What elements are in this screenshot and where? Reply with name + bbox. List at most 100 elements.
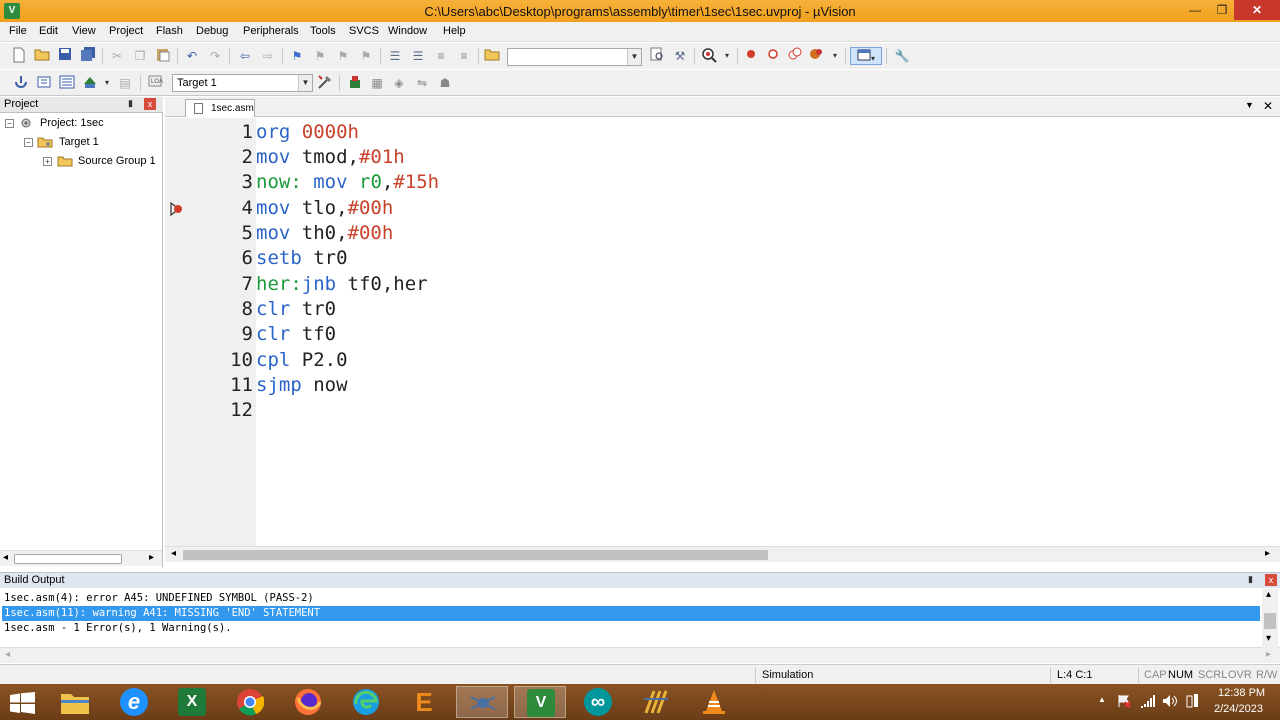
- next-bookmark-icon[interactable]: ⚑: [334, 47, 352, 65]
- chevron-down-icon[interactable]: ▼: [627, 49, 641, 65]
- taskbar-edge[interactable]: [340, 686, 392, 718]
- new-file-icon[interactable]: [10, 47, 28, 65]
- taskbar-firefox[interactable]: [282, 686, 334, 718]
- code-line[interactable]: setb tr0: [256, 247, 348, 272]
- menu-svcs[interactable]: SVCS: [349, 25, 379, 37]
- window-layout-icon[interactable]: ▾: [850, 47, 882, 65]
- expand-icon[interactable]: +: [43, 157, 52, 166]
- chevron-down-icon[interactable]: ▼: [298, 75, 312, 91]
- build-output-line[interactable]: 1sec.asm - 1 Error(s), 1 Warning(s).: [2, 621, 1260, 636]
- scroll-right-icon[interactable]: ▸: [1265, 548, 1270, 559]
- power-icon[interactable]: [1184, 693, 1200, 709]
- menu-view[interactable]: View: [72, 25, 96, 37]
- taskbar-keil-uvision[interactable]: V: [514, 686, 566, 718]
- menu-flash[interactable]: Flash: [156, 25, 183, 37]
- build-output-line[interactable]: 1sec.asm(4): error A45: UNDEFINED SYMBOL…: [2, 591, 1260, 606]
- prev-bookmark-icon[interactable]: ⚑: [311, 47, 329, 65]
- menu-tools[interactable]: Tools: [310, 25, 336, 37]
- network-icon[interactable]: [1140, 694, 1156, 708]
- incremental-find-icon[interactable]: ⚒: [671, 47, 689, 65]
- redo-icon[interactable]: ↷: [206, 47, 224, 65]
- manage-project-items-icon[interactable]: [346, 74, 364, 92]
- enable-breakpoint-icon[interactable]: [764, 47, 782, 65]
- volume-icon[interactable]: [1162, 694, 1178, 708]
- download-icon[interactable]: LOAD: [146, 74, 168, 92]
- translate-icon[interactable]: [12, 74, 30, 92]
- code-line[interactable]: org 0000h: [256, 121, 359, 146]
- taskbar-arduino[interactable]: ∞: [572, 686, 624, 718]
- tab-list-icon[interactable]: ▼: [1245, 100, 1254, 110]
- project-h-scrollbar[interactable]: ◂ ▸: [0, 550, 162, 566]
- insert-breakpoint-icon[interactable]: [742, 47, 760, 65]
- batch-build-icon[interactable]: [81, 74, 99, 92]
- stop-build-icon[interactable]: ▤: [116, 74, 134, 92]
- close-tab-icon[interactable]: ✕: [1263, 99, 1273, 113]
- scroll-right-icon[interactable]: ▸: [1266, 649, 1271, 660]
- scroll-left-icon[interactable]: ◂: [3, 552, 8, 563]
- save-all-icon[interactable]: [79, 47, 97, 65]
- debug-dropdown-icon[interactable]: ▾: [718, 47, 736, 65]
- scroll-thumb[interactable]: [1264, 613, 1276, 629]
- taskbar-internet-explorer[interactable]: e: [108, 686, 160, 718]
- copy-icon[interactable]: ❐: [131, 47, 149, 65]
- batch-dropdown-icon[interactable]: ▾: [98, 74, 116, 92]
- target-select[interactable]: Target 1 ▼: [172, 74, 313, 92]
- menu-peripherals[interactable]: Peripherals: [243, 25, 299, 37]
- rebuild-icon[interactable]: [58, 74, 76, 92]
- code-line[interactable]: now: mov r0,#15h: [256, 171, 439, 196]
- pin-icon[interactable]: ▮: [128, 98, 133, 109]
- find-combo[interactable]: ▼: [507, 48, 642, 66]
- find-icon[interactable]: [648, 47, 666, 65]
- taskbar-spider-app[interactable]: [456, 686, 508, 718]
- manage-rte-icon[interactable]: ☗: [436, 74, 454, 92]
- menu-help[interactable]: Help: [443, 25, 466, 37]
- start-button[interactable]: [0, 686, 52, 718]
- cut-icon[interactable]: ✂: [108, 47, 126, 65]
- menu-window[interactable]: Window: [388, 25, 427, 37]
- taskbar-excel[interactable]: X: [166, 686, 218, 718]
- clear-bookmarks-icon[interactable]: ⚑: [357, 47, 375, 65]
- minimize-button[interactable]: —: [1181, 0, 1209, 20]
- code-line[interactable]: clr tr0: [256, 298, 336, 323]
- nav-back-icon[interactable]: ⇦: [236, 47, 254, 65]
- code-line[interactable]: sjmp now: [256, 374, 348, 399]
- save-icon[interactable]: [56, 47, 74, 65]
- scroll-up-icon[interactable]: ▴: [1266, 589, 1271, 600]
- code-line[interactable]: her:jnb tf0,her: [256, 273, 428, 298]
- scroll-left-icon[interactable]: ◂: [171, 548, 176, 559]
- taskbar-chrome[interactable]: [224, 686, 276, 718]
- disable-all-breakpoints-icon[interactable]: [786, 47, 804, 65]
- code-line[interactable]: mov th0,#00h: [256, 222, 393, 247]
- maximize-button[interactable]: ❐: [1208, 0, 1236, 20]
- tab-1sec-asm[interactable]: 1sec.asm: [185, 99, 255, 117]
- select-packs-icon[interactable]: ▦: [368, 74, 386, 92]
- code-line[interactable]: mov tmod,#01h: [256, 146, 405, 171]
- breakpoints-dropdown-icon[interactable]: ▾: [826, 47, 844, 65]
- taskbar-vlc[interactable]: [688, 686, 740, 718]
- menu-edit[interactable]: Edit: [39, 25, 58, 37]
- menu-debug[interactable]: Debug: [196, 25, 228, 37]
- manage-components-icon[interactable]: ◈: [390, 74, 408, 92]
- undo-icon[interactable]: ↶: [183, 47, 201, 65]
- kill-all-breakpoints-icon[interactable]: [808, 47, 826, 65]
- configure-wrench-icon[interactable]: 🔧: [893, 47, 911, 65]
- code-line[interactable]: clr tf0: [256, 323, 336, 348]
- scroll-right-icon[interactable]: ▸: [149, 552, 154, 563]
- taskbar-file-explorer[interactable]: [50, 686, 102, 718]
- comment-icon[interactable]: ≡: [432, 47, 450, 65]
- clock-date[interactable]: 2/24/2023: [1214, 703, 1263, 715]
- code-line[interactable]: mov tlo,#00h: [256, 197, 393, 222]
- collapse-icon[interactable]: −: [24, 138, 33, 147]
- build-output-line-selected[interactable]: 1sec.asm(11): warning A41: MISSING 'END'…: [2, 606, 1260, 621]
- pin-icon[interactable]: ▮: [1248, 574, 1253, 585]
- code-editor[interactable]: org 0000h mov tmod,#01h now: mov r0,#15h mo…: [256, 118, 1280, 546]
- find-in-files-icon[interactable]: [483, 47, 501, 65]
- build-output-v-scrollbar[interactable]: ▴ ▾: [1262, 589, 1278, 649]
- debug-session-icon[interactable]: [700, 47, 718, 65]
- code-line[interactable]: cpl P2.0: [256, 349, 348, 374]
- taskbar-app-e[interactable]: E: [398, 686, 450, 718]
- build-output-h-scrollbar[interactable]: ◂ ▸: [0, 647, 1280, 663]
- close-icon[interactable]: x: [1265, 574, 1277, 586]
- clock-time[interactable]: 12:38 PM: [1218, 687, 1265, 699]
- nav-forward-icon[interactable]: ⇨: [259, 47, 277, 65]
